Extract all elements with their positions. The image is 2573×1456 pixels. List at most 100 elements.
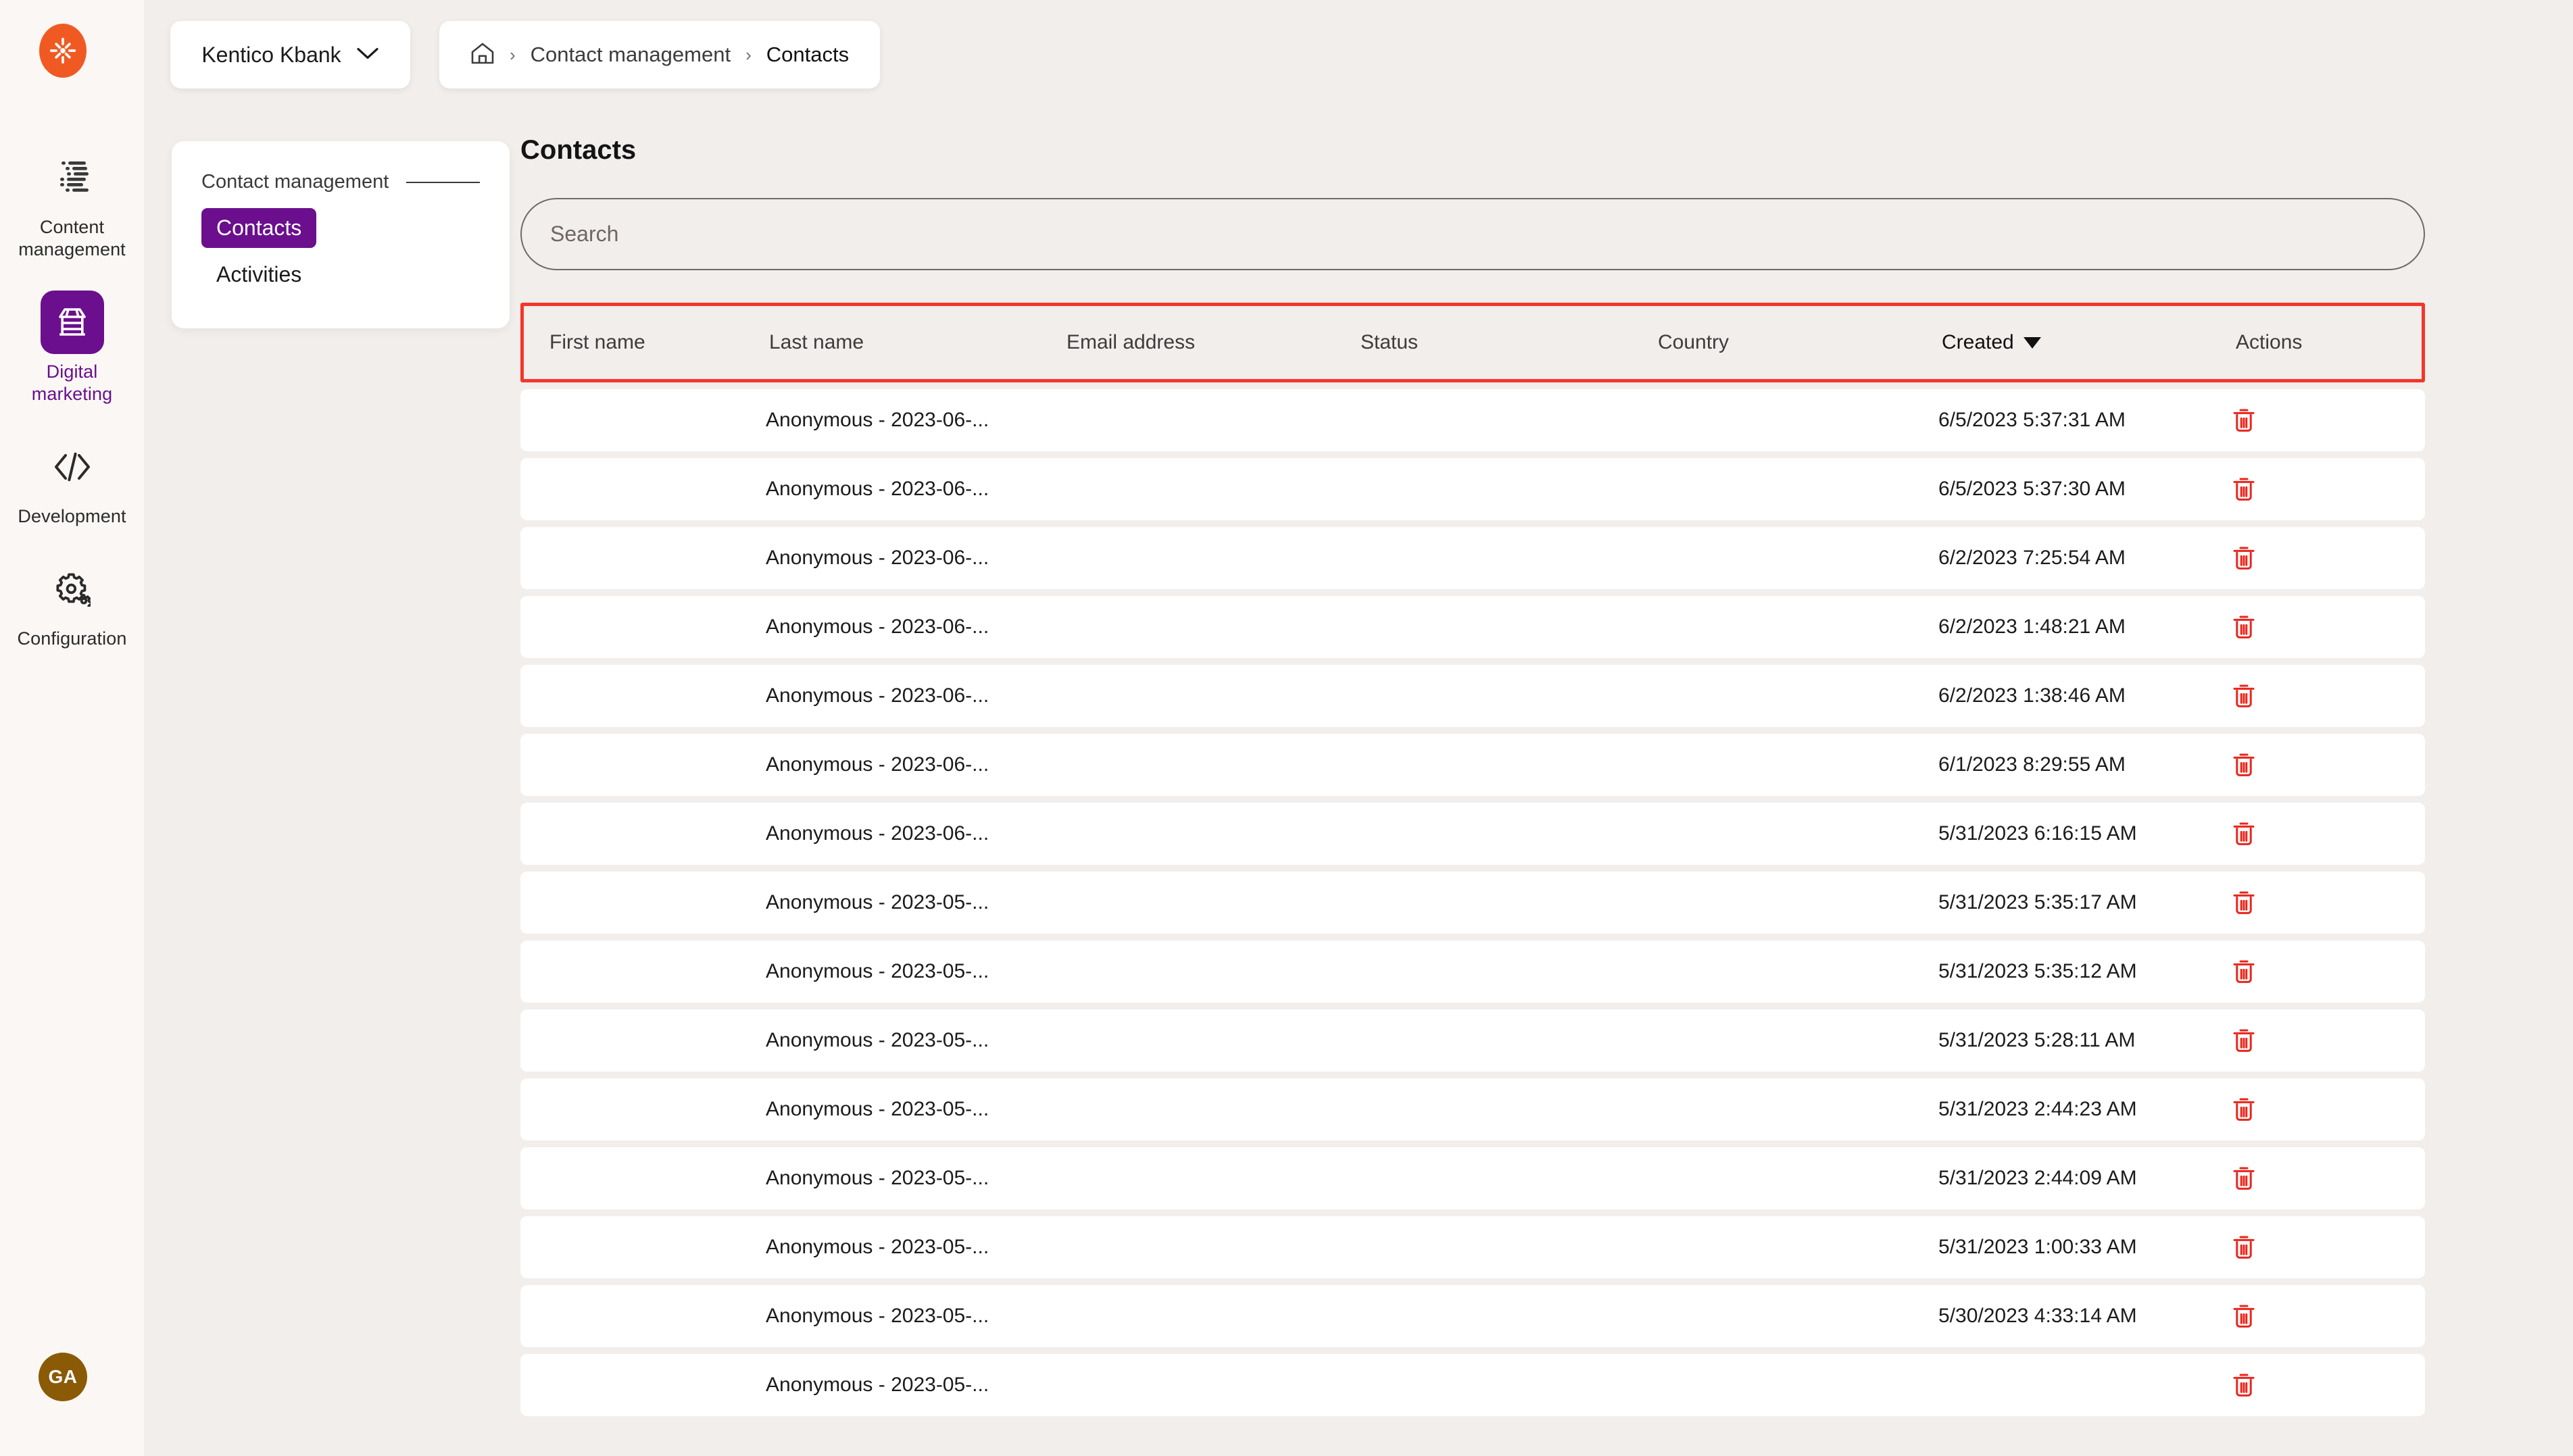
sidebar-item-configuration[interactable]: Configuration [0, 557, 144, 680]
kentico-logo-icon[interactable] [39, 24, 87, 78]
table-row[interactable]: Anonymous - 2023-05-... 5/30/2023 4:33:1… [520, 1285, 2425, 1347]
cell-actions [2232, 476, 2361, 502]
cell-last-name: Anonymous - 2023-06-... [766, 547, 989, 569]
column-header-last-name[interactable]: Last name [769, 331, 1067, 354]
primary-navigation-rail: Content management Digital marketing Dev… [0, 0, 144, 1456]
sidebar-item-content-management[interactable]: Content management [0, 146, 144, 291]
workspace-switcher[interactable]: Kentico Kbank [170, 21, 410, 89]
home-icon[interactable] [470, 42, 495, 68]
cell-actions [2232, 821, 2361, 847]
table-header-row: First name Last name Email address Statu… [520, 303, 2425, 382]
trash-icon[interactable] [2232, 476, 2255, 502]
section-heading: Contact management [201, 171, 480, 193]
breadcrumb: › Contact management › Contacts [439, 21, 881, 89]
cell-last-name: Anonymous - 2023-05-... [766, 891, 989, 913]
trash-icon[interactable] [2232, 545, 2255, 571]
trash-icon[interactable] [2232, 614, 2255, 640]
table-row[interactable]: Anonymous - 2023-05-... 5/31/2023 2:44:2… [520, 1078, 2425, 1140]
cell-created: 5/31/2023 5:28:11 AM [1938, 1029, 2136, 1051]
table-row[interactable]: Anonymous - 2023-06-... 6/2/2023 1:38:46… [520, 665, 2425, 727]
section-link-activities[interactable]: Activities [201, 255, 316, 295]
cell-created: 5/31/2023 5:35:17 AM [1938, 891, 2137, 913]
cell-created: 5/31/2023 6:16:15 AM [1938, 822, 2137, 845]
sidebar-item-label: Digital marketing [31, 361, 113, 404]
cell-actions [2232, 752, 2361, 778]
cell-actions [2232, 545, 2361, 571]
avatar[interactable]: GA [39, 1353, 87, 1401]
column-header-created[interactable]: Created [1942, 331, 2236, 354]
cell-actions [2232, 1028, 2361, 1053]
cell-actions [2232, 890, 2361, 915]
cell-created: 5/31/2023 5:35:12 AM [1938, 960, 2137, 982]
cell-actions [2232, 614, 2361, 640]
trash-icon[interactable] [2232, 1097, 2255, 1122]
cell-actions [2232, 1303, 2361, 1329]
trash-icon[interactable] [2232, 1372, 2255, 1398]
column-header-country[interactable]: Country [1658, 331, 1942, 354]
table-row[interactable]: Anonymous - 2023-06-... 6/2/2023 7:25:54… [520, 527, 2425, 589]
table-row[interactable]: Anonymous - 2023-05-... 5/31/2023 2:44:0… [520, 1147, 2425, 1209]
cell-created: 5/31/2023 2:44:23 AM [1938, 1098, 2137, 1120]
cell-created: 6/5/2023 5:37:30 AM [1938, 478, 2126, 500]
code-brackets-icon [41, 435, 104, 499]
cell-last-name: Anonymous - 2023-05-... [766, 1374, 989, 1396]
trash-icon[interactable] [2232, 1165, 2255, 1191]
cell-last-name: Anonymous - 2023-05-... [766, 1167, 989, 1189]
cell-created: 6/5/2023 5:37:31 AM [1938, 409, 2126, 431]
sidebar-item-label: Development [18, 506, 126, 526]
section-link-contacts[interactable]: Contacts [201, 208, 317, 248]
cell-last-name: Anonymous - 2023-06-... [766, 753, 989, 776]
table-row[interactable]: Anonymous - 2023-06-... 5/31/2023 6:16:1… [520, 803, 2425, 865]
cell-last-name: Anonymous - 2023-05-... [766, 1098, 989, 1120]
trash-icon[interactable] [2232, 1234, 2255, 1260]
trash-icon[interactable] [2232, 821, 2255, 847]
trash-icon[interactable] [2232, 752, 2255, 778]
cell-actions [2232, 1165, 2361, 1191]
breadcrumb-item-contact-management[interactable]: Contact management [531, 43, 731, 67]
cell-last-name: Anonymous - 2023-05-... [766, 960, 989, 982]
cell-actions [2232, 1372, 2361, 1398]
breadcrumb-item-contacts[interactable]: Contacts [766, 43, 849, 67]
search-input[interactable] [550, 222, 2395, 247]
column-header-status[interactable]: Status [1361, 331, 1658, 354]
column-header-email[interactable]: Email address [1067, 331, 1361, 354]
cell-actions [2232, 407, 2361, 433]
section-heading-rule [406, 181, 480, 183]
column-header-actions: Actions [2236, 331, 2303, 353]
trash-icon[interactable] [2232, 683, 2255, 709]
app-root: Content management Digital marketing Dev… [0, 0, 2573, 1456]
cell-last-name: Anonymous - 2023-06-... [766, 478, 989, 500]
sidebar-item-digital-marketing[interactable]: Digital marketing [0, 291, 144, 435]
table-row[interactable]: Anonymous - 2023-06-... 6/5/2023 5:37:31… [520, 389, 2425, 451]
sidebar-item-label: Configuration [17, 628, 127, 649]
cell-last-name: Anonymous - 2023-06-... [766, 822, 989, 845]
section-heading-label: Contact management [201, 171, 389, 193]
trash-icon[interactable] [2232, 959, 2255, 984]
trash-icon[interactable] [2232, 407, 2255, 433]
table-row[interactable]: Anonymous - 2023-05-... 5/31/2023 5:28:1… [520, 1009, 2425, 1072]
rail-item-list: Content management Digital marketing Dev… [0, 146, 144, 680]
search-field[interactable] [520, 198, 2425, 270]
cell-actions [2232, 959, 2361, 984]
trash-icon[interactable] [2232, 1303, 2255, 1329]
column-header-created-label: Created [1942, 331, 2014, 353]
cell-created: 5/31/2023 2:44:09 AM [1938, 1167, 2137, 1189]
table-row[interactable]: Anonymous - 2023-06-... 6/5/2023 5:37:30… [520, 458, 2425, 520]
sidebar-item-development[interactable]: Development [0, 435, 144, 557]
table-row[interactable]: Anonymous - 2023-06-... 6/2/2023 1:48:21… [520, 596, 2425, 658]
section-link-list: Contacts Activities [201, 208, 480, 301]
table-row[interactable]: Anonymous - 2023-05-... 5/31/2023 5:35:1… [520, 872, 2425, 934]
column-header-first-name[interactable]: First name [549, 331, 769, 354]
table-row[interactable]: Anonymous - 2023-05-... 5/31/2023 5:35:1… [520, 940, 2425, 1003]
table-row[interactable]: Anonymous - 2023-05-... [520, 1354, 2425, 1416]
cell-actions [2232, 1097, 2361, 1122]
table-row[interactable]: Anonymous - 2023-06-... 6/1/2023 8:29:55… [520, 734, 2425, 796]
trash-icon[interactable] [2232, 1028, 2255, 1053]
cell-last-name: Anonymous - 2023-05-... [766, 1305, 989, 1327]
gears-icon [41, 557, 104, 621]
main-content: Contacts First name Last name Email addr… [520, 135, 2425, 1416]
table-row[interactable]: Anonymous - 2023-05-... 5/31/2023 1:00:3… [520, 1216, 2425, 1278]
trash-icon[interactable] [2232, 890, 2255, 915]
cell-created: 6/2/2023 7:25:54 AM [1938, 547, 2126, 569]
storefront-icon [40, 291, 104, 354]
